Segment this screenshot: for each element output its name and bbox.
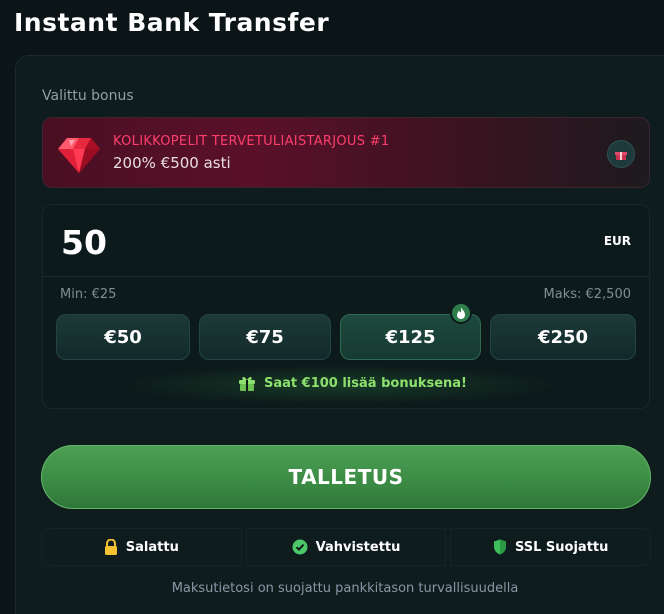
trust-label: Salattu: [125, 539, 179, 555]
amount-input[interactable]: 50: [61, 223, 107, 262]
bonus-note: Saat €100 lisää bonuksena!: [238, 374, 467, 392]
min-amount-label: Min: €25: [60, 287, 117, 302]
gift-icon: [615, 152, 627, 160]
verified-badge-icon: [292, 539, 308, 555]
max-amount-label: Maks: €2,500: [543, 287, 631, 302]
bonus-name: KOLIKKOPELIT TERVETULIAISTARJOUS #1: [113, 134, 390, 149]
page-title: Instant Bank Transfer: [14, 8, 330, 37]
deposit-button[interactable]: TALLETUS: [41, 445, 651, 509]
bonus-note-text: Saat €100 lisää bonuksena!: [264, 375, 467, 391]
preset-50-button[interactable]: €50: [56, 314, 190, 360]
trust-item-encrypted: Salattu: [41, 528, 242, 566]
preset-75-button[interactable]: €75: [199, 314, 331, 360]
lock-icon: [104, 539, 117, 555]
fire-icon: [457, 307, 465, 319]
trust-item-ssl: SSL Suojattu: [450, 528, 652, 566]
security-note: Maksutietosi on suojattu pankkitason tur…: [171, 581, 519, 596]
gift-icon: [239, 376, 255, 391]
bonus-value: 200% €500 asti: [113, 154, 231, 172]
ruby-gem-icon: [58, 138, 100, 173]
popular-badge: [450, 302, 472, 324]
trust-label: Vahvistettu: [315, 539, 401, 555]
selected-bonus-label: Valittu bonus: [42, 88, 134, 104]
currency-label: EUR: [603, 234, 631, 248]
preset-250-button[interactable]: €250: [490, 314, 636, 360]
change-bonus-button[interactable]: [607, 140, 635, 168]
bonus-card[interactable]: KOLIKKOPELIT TERVETULIAISTARJOUS #1 200%…: [42, 117, 650, 188]
trust-item-verified: Vahvistettu: [245, 528, 447, 566]
shield-icon: [493, 539, 506, 555]
amount-input-row[interactable]: 50 EUR: [43, 205, 649, 277]
trust-label: SSL Suojattu: [514, 539, 609, 555]
trust-row: Salattu Vahvistettu SSL Suojattu: [41, 528, 652, 566]
